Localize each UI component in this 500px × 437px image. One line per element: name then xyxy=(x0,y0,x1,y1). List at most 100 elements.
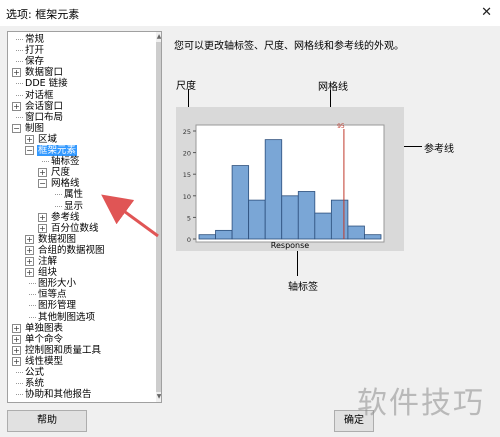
tree-item[interactable]: + 尺度 xyxy=(8,167,154,178)
scale-callout: 尺度 xyxy=(176,81,196,92)
collapse-icon[interactable]: − xyxy=(38,179,47,189)
expand-icon[interactable]: + xyxy=(12,68,21,78)
tree-item[interactable]: + 区域 xyxy=(8,134,154,145)
tree-item[interactable]: 系统 xyxy=(8,378,154,389)
tree-item-label: 窗口布局 xyxy=(25,111,64,123)
reference-line-label: 95 xyxy=(337,123,345,130)
expand-icon[interactable]: + xyxy=(25,134,34,144)
tree-item[interactable]: + 合组的数据视图 xyxy=(8,245,154,256)
histogram-bar xyxy=(364,234,382,240)
tree-item-label: 线性模型 xyxy=(25,355,64,367)
expand-icon[interactable]: + xyxy=(12,345,21,355)
tree-item[interactable]: + 注解 xyxy=(8,256,154,267)
tree-item-label: 打开 xyxy=(25,45,45,57)
tree-connector xyxy=(16,383,23,385)
tree-item-label: 属性 xyxy=(64,189,84,201)
tree-item[interactable]: 恒等点 xyxy=(8,289,154,300)
scrollbar-thumb[interactable] xyxy=(156,42,161,392)
expand-icon[interactable]: + xyxy=(12,356,21,366)
expand-icon[interactable]: + xyxy=(25,257,34,266)
tree-item-label: 轴标签 xyxy=(51,156,80,168)
tree-item[interactable]: 轴标签 xyxy=(8,156,154,167)
chart-x-axis-label: Response xyxy=(270,241,310,250)
histogram-bar xyxy=(248,199,266,240)
description-text: 您可以更改轴标签、尺度、网格线和参考线的外观。 xyxy=(174,41,404,52)
scroll-up-icon[interactable]: ▲ xyxy=(156,33,161,41)
expand-icon[interactable]: + xyxy=(38,212,47,222)
tree-item[interactable]: 图形大小 xyxy=(8,278,154,289)
tree-connector xyxy=(16,39,23,40)
tree-item-label: 网格线 xyxy=(51,178,80,190)
tree-item[interactable]: + 单个命令 xyxy=(8,334,154,345)
tree-connector xyxy=(42,161,49,163)
tree-item-label: 恒等点 xyxy=(38,289,67,301)
tree-item[interactable]: 图形管理 xyxy=(8,300,154,311)
tree-item[interactable]: + 单独图表 xyxy=(8,323,154,334)
expand-icon[interactable]: + xyxy=(25,234,34,244)
histogram-bar xyxy=(215,229,233,240)
options-tree[interactable]: ▲ ▼ 常规 打开 保存 + 数据窗口 DDE 链接 对话框 + 会话窗口 窗口布局 − 制图 + 区域 −… xyxy=(7,31,162,403)
tree-item-label: 数据窗口 xyxy=(25,67,64,79)
expand-icon[interactable]: + xyxy=(25,245,34,255)
tree-item-label: 数据视图 xyxy=(38,233,77,245)
tree-item[interactable]: + 数据视图 xyxy=(8,234,154,245)
collapse-icon[interactable]: − xyxy=(12,123,21,133)
tree-scrollbar[interactable]: ▲ ▼ xyxy=(156,32,161,402)
tree-item-label: 控制图和质量工具 xyxy=(25,344,102,356)
tree-item[interactable]: 常规 xyxy=(8,34,154,45)
tree-item[interactable]: + 线性模型 xyxy=(8,356,154,367)
gridlines-callout: 网格线 xyxy=(318,82,348,93)
tree-connector xyxy=(16,50,23,52)
expand-icon[interactable]: + xyxy=(38,168,47,178)
expand-icon[interactable]: + xyxy=(12,323,21,333)
histogram-bar xyxy=(198,234,216,240)
tree-item[interactable]: 保存 xyxy=(8,56,154,67)
tree-item-label: 合组的数据视图 xyxy=(38,244,105,256)
tree-item[interactable]: + 控制图和质量工具 xyxy=(8,345,154,356)
tree-connector xyxy=(29,283,36,285)
tree-item[interactable]: 属性 xyxy=(8,189,154,200)
histogram-bar xyxy=(297,191,316,240)
tree-connector xyxy=(16,94,23,96)
tree-item[interactable]: 打开 xyxy=(8,45,154,56)
close-icon[interactable]: ✕ xyxy=(481,5,492,20)
tree-item[interactable]: 公式 xyxy=(8,367,154,378)
expand-icon[interactable]: + xyxy=(12,101,21,111)
scroll-down-icon[interactable]: ▼ xyxy=(156,393,161,401)
tree-item[interactable]: 协助和其他报告 xyxy=(8,389,154,400)
expand-icon[interactable]: + xyxy=(12,334,21,344)
tree-item-label: 协助和其他报告 xyxy=(25,389,92,401)
help-button[interactable]: 帮助 xyxy=(7,410,87,432)
tree-item[interactable]: 窗口布局 xyxy=(8,112,154,123)
histogram-bar xyxy=(330,199,349,240)
watermark-text: 软件技巧 xyxy=(357,386,485,421)
tree-item[interactable]: − 框架元素 xyxy=(8,145,154,156)
histogram-bar xyxy=(281,195,299,240)
tree-item[interactable]: 显示 xyxy=(8,201,154,212)
tree-item[interactable]: 其他制图选项 xyxy=(8,312,154,323)
collapse-icon[interactable]: − xyxy=(25,146,34,155)
expand-icon[interactable]: + xyxy=(25,268,34,278)
histogram-bar xyxy=(231,165,250,240)
tree-item[interactable]: + 百分位数线 xyxy=(8,223,154,234)
tree-item[interactable]: 对话框 xyxy=(8,90,154,101)
tree-item[interactable]: + 数据窗口 xyxy=(8,67,154,78)
window-title: 选项: 框架元素 xyxy=(6,8,80,21)
tree-item[interactable]: + 组块 xyxy=(8,267,154,278)
tree-item[interactable]: DDE 链接 xyxy=(8,78,154,89)
tree-item[interactable]: + 参考线 xyxy=(8,212,154,223)
tree-item-label: 注解 xyxy=(38,256,58,267)
tree-connector xyxy=(55,194,62,196)
tree-connector xyxy=(16,83,23,85)
tree-item[interactable]: − 网格线 xyxy=(8,178,154,189)
tree-item-label: 区域 xyxy=(38,133,58,145)
tree-item-label: 单独图表 xyxy=(25,322,64,334)
tree-item-label: 百分位数线 xyxy=(51,222,99,234)
histogram-bar xyxy=(264,139,283,240)
histogram-bar xyxy=(314,212,332,240)
expand-icon[interactable]: + xyxy=(38,223,47,233)
tree-item[interactable]: − 制图 xyxy=(8,123,154,134)
tree-item[interactable]: + 会话窗口 xyxy=(8,101,154,112)
tree-item-label: 显示 xyxy=(64,200,84,212)
tree-connector xyxy=(16,394,23,396)
